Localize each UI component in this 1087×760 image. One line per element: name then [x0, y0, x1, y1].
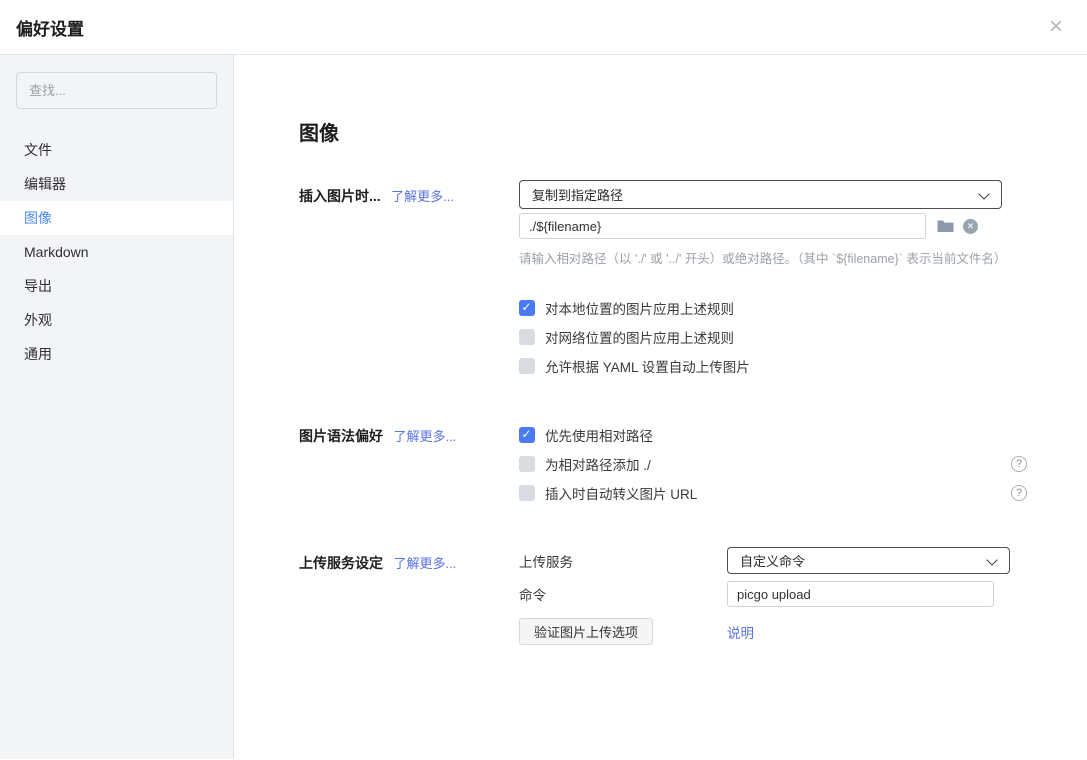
path-row: ✕: [519, 213, 1027, 239]
syntax-learn-more-link[interactable]: 了解更多...: [393, 429, 456, 444]
validate-button-cell: 验证图片上传选项: [519, 618, 727, 645]
copy-path-input[interactable]: [519, 213, 926, 239]
upload-service-row: 上传服务 自定义命令: [519, 547, 1027, 574]
help-icon[interactable]: ?: [1011, 456, 1027, 472]
upload-service-select-value: 自定义命令: [740, 551, 805, 570]
command-input[interactable]: [727, 581, 994, 607]
insert-section-head: 插入图片时... 了解更多...: [299, 180, 519, 380]
syntax-section-label: 图片语法偏好: [299, 428, 383, 444]
upload-section-label: 上传服务设定: [299, 555, 383, 571]
checkbox-label: 优先使用相对路径: [545, 425, 653, 445]
checkbox[interactable]: [519, 329, 535, 345]
upload-section-controls: 上传服务 自定义命令 命令 验证图片上传选项 说明: [519, 547, 1027, 645]
chevron-down-icon: [986, 554, 997, 565]
insert-image-section: 插入图片时... 了解更多... 复制到指定路径 ✕ 请输: [299, 180, 1087, 380]
checkbox[interactable]: [519, 300, 535, 316]
checkbox[interactable]: [519, 427, 535, 443]
sidebar-search: [16, 72, 217, 109]
sidebar-item-appearance[interactable]: 外观: [0, 303, 233, 337]
sidebar: 文件 编辑器 图像 Markdown 导出 外观 通用: [0, 55, 234, 759]
insert-action-select-value: 复制到指定路径: [532, 185, 623, 204]
syntax-section-controls: 优先使用相对路径 为相对路径添加 ./ ? 插入时自动转义图片 URL ?: [519, 420, 1027, 507]
folder-icon[interactable]: [937, 219, 954, 233]
sidebar-item-markdown[interactable]: Markdown: [0, 235, 233, 269]
checkbox-label: 对网络位置的图片应用上述规则: [545, 327, 734, 347]
checkbox-row-prefer-relative[interactable]: 优先使用相对路径: [519, 420, 1027, 449]
search-input[interactable]: [16, 72, 217, 109]
page-title: 图像: [299, 117, 1087, 146]
insert-section-controls: 复制到指定路径 ✕ 请输入相对路径（以 './' 或 '../' 开头）或绝对路…: [519, 180, 1027, 380]
sidebar-item-general[interactable]: 通用: [0, 337, 233, 371]
command-label: 命令: [519, 584, 727, 604]
checkbox[interactable]: [519, 358, 535, 374]
sidebar-item-image[interactable]: 图像: [0, 201, 233, 235]
sidebar-item-export[interactable]: 导出: [0, 269, 233, 303]
insert-checkbox-group: 对本地位置的图片应用上述规则 对网络位置的图片应用上述规则 允许根据 YAML …: [519, 293, 1027, 380]
command-row: 命令: [519, 581, 1027, 607]
sidebar-item-file[interactable]: 文件: [0, 133, 233, 167]
checkbox[interactable]: [519, 456, 535, 472]
checkbox-label: 插入时自动转义图片 URL: [545, 483, 697, 503]
insert-action-select[interactable]: 复制到指定路径: [519, 180, 1002, 209]
clear-path-icon[interactable]: ✕: [963, 219, 978, 234]
upload-service-section: 上传服务设定 了解更多... 上传服务 自定义命令 命令 验证图: [299, 547, 1087, 645]
help-icon[interactable]: ?: [1011, 485, 1027, 501]
checkbox-label: 为相对路径添加 ./: [545, 454, 651, 474]
close-icon[interactable]: ×: [1049, 15, 1063, 39]
checkbox-row-yaml-upload[interactable]: 允许根据 YAML 设置自动上传图片: [519, 351, 1027, 380]
upload-service-select[interactable]: 自定义命令: [727, 547, 1010, 574]
chevron-down-icon: [978, 188, 989, 199]
upload-section-head: 上传服务设定 了解更多...: [299, 547, 519, 645]
sidebar-item-editor[interactable]: 编辑器: [0, 167, 233, 201]
insert-learn-more-link[interactable]: 了解更多...: [391, 189, 454, 204]
checkbox-row-add-dot-slash[interactable]: 为相对路径添加 ./ ?: [519, 449, 1027, 478]
checkbox-label: 对本地位置的图片应用上述规则: [545, 298, 734, 318]
checkbox[interactable]: [519, 485, 535, 501]
window-title: 偏好设置: [16, 15, 84, 40]
checkbox-label: 允许根据 YAML 设置自动上传图片: [545, 356, 750, 376]
insert-section-label: 插入图片时...: [299, 188, 381, 204]
checkbox-row-escape-url[interactable]: 插入时自动转义图片 URL ?: [519, 478, 1027, 507]
syntax-section-head: 图片语法偏好 了解更多...: [299, 420, 519, 507]
upload-learn-more-link[interactable]: 了解更多...: [393, 556, 456, 571]
upload-service-label: 上传服务: [519, 551, 727, 571]
checkbox-row-local-images[interactable]: 对本地位置的图片应用上述规则: [519, 293, 1027, 322]
main-panel: 图像 插入图片时... 了解更多... 复制到指定路径: [234, 55, 1087, 759]
image-syntax-section: 图片语法偏好 了解更多... 优先使用相对路径 为相对路径添加 ./ ? 插入时…: [299, 420, 1087, 507]
checkbox-row-web-images[interactable]: 对网络位置的图片应用上述规则: [519, 322, 1027, 351]
validate-upload-button[interactable]: 验证图片上传选项: [519, 618, 653, 645]
path-hint: 请输入相对路径（以 './' 或 '../' 开头）或绝对路径。（其中 `${f…: [519, 248, 1027, 267]
preferences-header: 偏好设置 ×: [0, 0, 1087, 55]
validate-row: 验证图片上传选项 说明: [519, 618, 1027, 645]
upload-help-link[interactable]: 说明: [727, 622, 754, 642]
preferences-body: 文件 编辑器 图像 Markdown 导出 外观 通用 图像 插入图片时... …: [0, 55, 1087, 759]
